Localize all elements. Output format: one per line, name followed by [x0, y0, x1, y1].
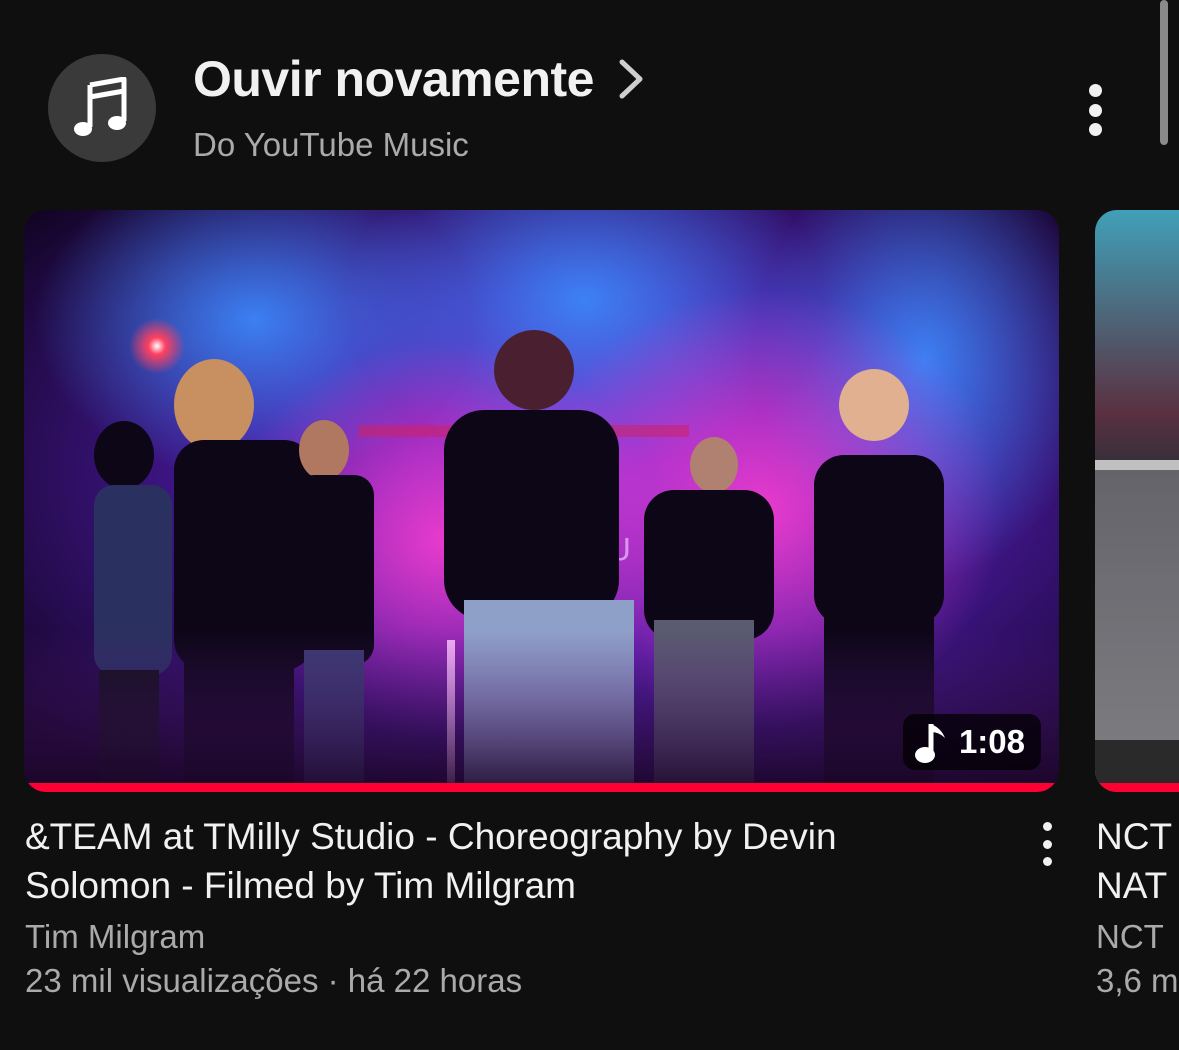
watched-progress-bar-2 — [1095, 783, 1179, 792]
shelf-title-link[interactable]: Ouvir novamente — [193, 50, 644, 108]
video-channel-2: NCT — [1096, 918, 1164, 955]
video-channel: Tim Milgram — [25, 918, 206, 955]
video-meta-2: 3,6 m — [1096, 962, 1179, 999]
video-more-options-icon[interactable] — [1030, 822, 1064, 866]
duration-text: 1:08 — [958, 723, 1025, 760]
thumbnail-image: U — [24, 210, 1059, 792]
scroll-indicator[interactable] — [1160, 0, 1168, 145]
watched-progress-bar — [24, 783, 1059, 792]
shelf-title: Ouvir novamente — [193, 51, 594, 107]
shelf-subtitle: Do YouTube Music — [193, 126, 469, 163]
music-note-icon — [48, 54, 156, 162]
video-thumbnail[interactable]: U 1:08 — [24, 210, 1059, 792]
video-meta: 23 mil visualizações · há 22 horas — [25, 962, 523, 999]
video-thumbnail-2[interactable] — [1095, 210, 1179, 792]
music-note-icon — [914, 720, 949, 764]
chevron-right-icon — [618, 58, 644, 105]
home-feed: Ouvir novamente Do YouTube Music U 1:08 … — [0, 0, 1179, 1050]
more-options-icon[interactable] — [1070, 80, 1120, 140]
thumbnail-image-2 — [1095, 210, 1179, 792]
video-title-2[interactable]: NCT NAT — [1096, 812, 1179, 910]
duration-badge: 1:08 — [902, 714, 1041, 770]
video-title[interactable]: &TEAM at TMilly Studio - Choreography by… — [25, 812, 985, 910]
